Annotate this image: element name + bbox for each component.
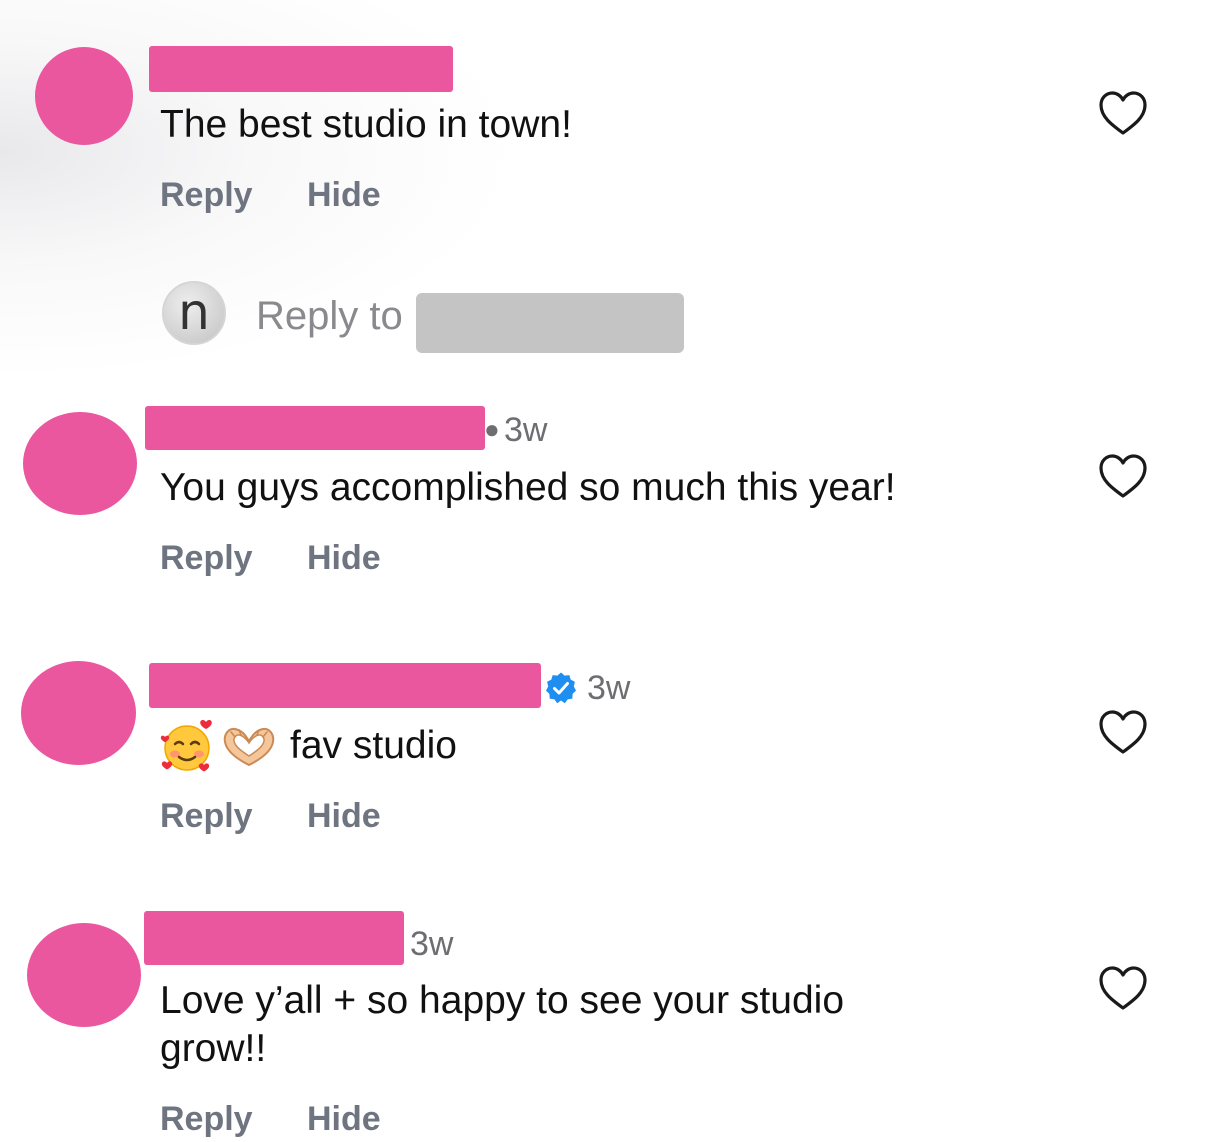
heart-hands-icon <box>223 727 275 767</box>
avatar[interactable] <box>23 412 137 515</box>
timestamp: 3w <box>410 925 454 963</box>
username-redacted[interactable] <box>144 911 404 965</box>
current-user-avatar: n <box>162 281 226 345</box>
username-redacted[interactable] <box>145 406 485 450</box>
smiling-face-with-hearts-icon <box>160 720 212 772</box>
comment-text: The best studio in town! <box>160 103 572 146</box>
avatar-letter: n <box>178 283 210 341</box>
username-redacted[interactable] <box>149 663 541 708</box>
hide-button[interactable]: Hide <box>307 541 381 575</box>
reply-button[interactable]: Reply <box>160 178 253 212</box>
reply-button[interactable]: Reply <box>160 1102 253 1136</box>
comment-text: You guys accomplished so much this year! <box>160 466 896 509</box>
timestamp: 3w <box>587 669 631 707</box>
comment-text: fav studio <box>290 724 457 767</box>
comment-text-line: Love y’all + so happy to see your studio <box>160 979 845 1022</box>
reply-target-redacted <box>416 293 684 353</box>
heart-icon[interactable] <box>1098 453 1148 499</box>
heart-icon[interactable] <box>1098 965 1148 1011</box>
comment-text-line: grow!! <box>160 1027 267 1070</box>
heart-icon[interactable] <box>1098 709 1148 755</box>
timestamp: 3w <box>504 411 548 449</box>
reply-button[interactable]: Reply <box>160 541 253 575</box>
dot-separator: ● <box>484 414 500 444</box>
heart-icon[interactable] <box>1098 90 1148 136</box>
hide-button[interactable]: Hide <box>307 178 381 212</box>
hide-button[interactable]: Hide <box>307 1102 381 1136</box>
avatar[interactable] <box>35 47 133 145</box>
avatar[interactable] <box>21 661 136 765</box>
hide-button[interactable]: Hide <box>307 799 381 833</box>
reply-button[interactable]: Reply <box>160 799 253 833</box>
username-redacted[interactable] <box>149 46 453 92</box>
avatar[interactable] <box>27 923 141 1027</box>
verified-badge-icon <box>546 672 576 704</box>
reply-to-prompt[interactable]: Reply to <box>256 292 403 340</box>
